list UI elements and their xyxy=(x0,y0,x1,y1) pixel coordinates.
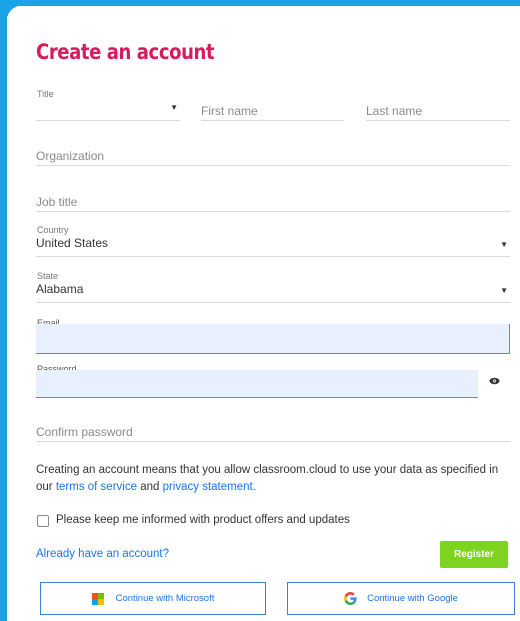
confirm-password-input[interactable]: Confirm password xyxy=(36,421,510,442)
state-select[interactable]: Alabama ▼ xyxy=(36,281,510,303)
newsletter-checkbox[interactable] xyxy=(37,515,49,527)
frame-left-border xyxy=(0,0,7,621)
microsoft-logo-icon xyxy=(91,592,104,605)
title-select[interactable]: ▼ xyxy=(36,100,180,121)
legal-text-middle: and xyxy=(137,481,163,493)
title-field-label: Title xyxy=(37,89,54,99)
job-title-input[interactable]: Job title xyxy=(36,191,510,212)
newsletter-label[interactable]: Please keep me informed with product off… xyxy=(56,514,350,526)
first-name-input[interactable]: First name xyxy=(201,100,344,121)
register-button[interactable]: Register xyxy=(440,541,508,568)
email-input[interactable] xyxy=(36,324,510,354)
first-name-placeholder: First name xyxy=(201,104,258,118)
state-value: Alabama xyxy=(36,282,84,296)
job-title-placeholder: Job title xyxy=(36,195,78,209)
page-title: Create an account xyxy=(36,40,215,64)
dropdown-arrow-icon: ▼ xyxy=(500,286,508,295)
frame-corner xyxy=(7,6,21,20)
form-frame xyxy=(0,0,520,621)
google-button-label: Continue with Google xyxy=(367,593,458,604)
organization-placeholder: Organization xyxy=(36,149,105,163)
confirm-password-placeholder: Confirm password xyxy=(36,425,133,439)
continue-with-microsoft-button[interactable]: Continue with Microsoft xyxy=(40,582,266,615)
terms-of-service-link[interactable]: terms of service xyxy=(56,481,137,493)
eye-icon[interactable] xyxy=(489,377,500,388)
legal-text: Creating an account means that you allow… xyxy=(36,462,506,496)
dropdown-arrow-icon: ▼ xyxy=(170,103,178,112)
microsoft-button-label: Continue with Microsoft xyxy=(115,593,215,604)
organization-input[interactable]: Organization xyxy=(36,145,510,166)
privacy-statement-link[interactable]: privacy statement xyxy=(163,481,253,493)
country-label: Country xyxy=(37,225,69,235)
dropdown-arrow-icon: ▼ xyxy=(500,240,508,249)
password-input[interactable] xyxy=(36,370,478,398)
last-name-input[interactable]: Last name xyxy=(366,100,510,121)
google-logo-icon xyxy=(344,592,357,605)
legal-text-after: . xyxy=(252,481,256,493)
continue-with-google-button[interactable]: Continue with Google xyxy=(287,582,515,615)
frame-top-border xyxy=(0,0,520,6)
state-label: State xyxy=(37,271,59,281)
last-name-placeholder: Last name xyxy=(366,104,423,118)
country-select[interactable]: United States ▼ xyxy=(36,235,510,257)
country-value: United States xyxy=(36,236,109,250)
already-have-account-link[interactable]: Already have an account? xyxy=(36,548,169,560)
